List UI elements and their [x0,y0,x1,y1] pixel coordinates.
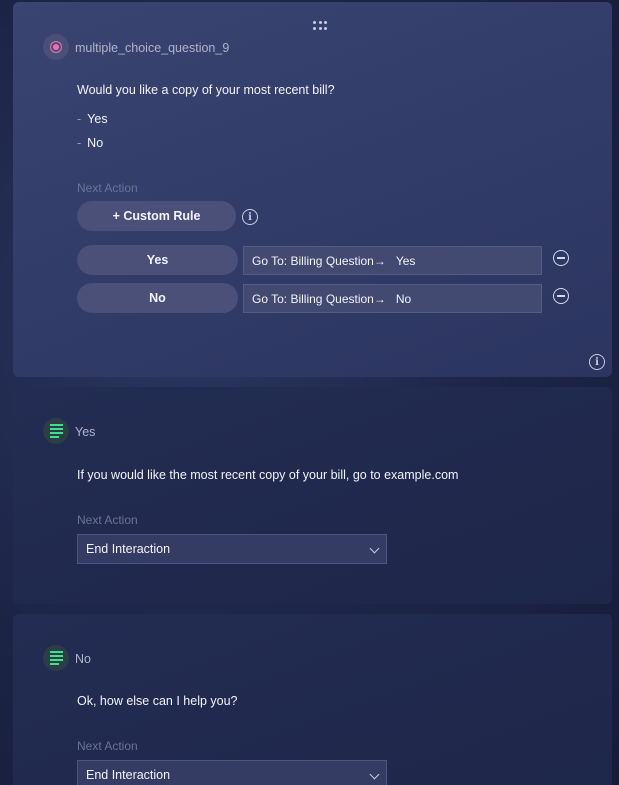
chevron-down-icon [369,543,380,554]
next-action-label: Next Action [77,739,138,753]
node-message: Ok, how else can I help you? [77,694,238,708]
rule-target-no[interactable]: Go To: Billing Question→ No [243,284,542,313]
option-label: Yes [87,112,108,126]
radio-question-icon [43,34,69,60]
next-action-label: Next Action [77,513,138,527]
next-action-value: End Interaction [86,542,171,556]
node-title: multiple_choice_question_9 [75,41,230,55]
rule-answer-yes[interactable]: Yes [77,245,238,275]
next-action-value: End Interaction [86,768,171,782]
remove-rule-icon[interactable] [553,288,569,304]
text-message-icon [43,418,69,444]
info-icon[interactable]: i [242,209,258,225]
node-title: Yes [75,425,96,439]
option-label: No [87,136,104,150]
chevron-down-icon [369,769,380,780]
next-action-label: Next Action [77,181,138,195]
node-title: No [75,652,91,666]
multiple-choice-node-card[interactable]: multiple_choice_question_9 Would you lik… [13,2,612,377]
yes-message-node-card[interactable]: Yes If you would like the most recent co… [13,387,612,604]
question-prompt: Would you like a copy of your most recen… [77,83,335,97]
no-message-node-card[interactable]: No Ok, how else can I help you? Next Act… [13,614,612,785]
option-bullet: - [77,136,82,150]
info-icon[interactable]: i [589,354,605,370]
rule-target-label: Go To: Billing Question→ [252,253,386,268]
rule-answer-no[interactable]: No [77,283,238,313]
rule-target-value: No [395,291,412,306]
remove-rule-icon[interactable] [553,250,569,266]
next-action-select[interactable]: End Interaction [77,534,387,564]
rule-target-value: Yes [395,253,416,268]
option-bullet: - [77,112,82,126]
node-message: If you would like the most recent copy o… [77,468,459,482]
drag-handle-icon[interactable] [313,21,327,31]
rule-target-yes[interactable]: Go To: Billing Question→ Yes [243,246,542,275]
option-item: - No [77,136,103,150]
custom-rule-button[interactable]: + Custom Rule [77,201,236,231]
option-item: - Yes [77,112,108,126]
rule-target-label: Go To: Billing Question→ [252,291,386,306]
text-message-icon [43,645,69,671]
next-action-select[interactable]: End Interaction [77,760,387,785]
